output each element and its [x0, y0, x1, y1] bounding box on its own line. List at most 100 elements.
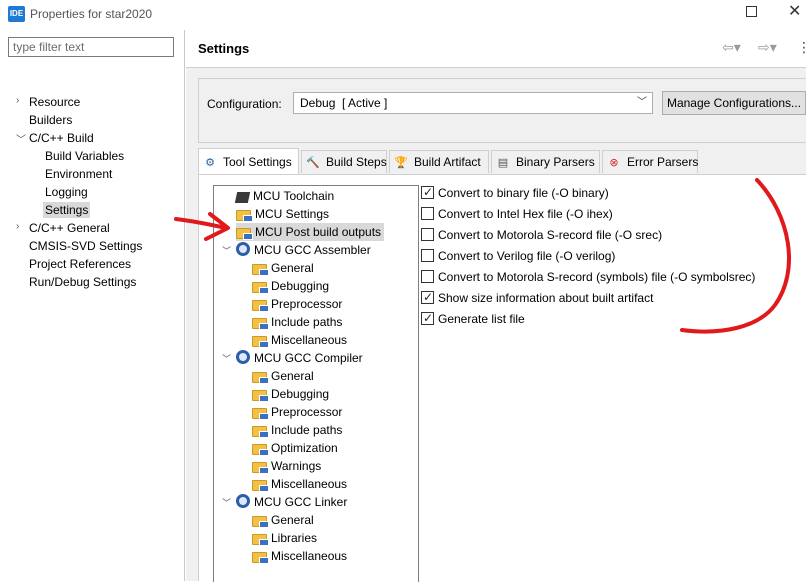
tree-item-label: General [271, 369, 314, 383]
tree-item-general[interactable]: General [252, 259, 314, 277]
option-checkbox[interactable] [421, 184, 434, 200]
option-checkbox[interactable] [421, 270, 434, 283]
settings-folder-icon [252, 462, 269, 474]
tree-item-debugging[interactable]: Debugging [252, 385, 329, 403]
gear-icon [236, 242, 250, 256]
chevron-right-icon[interactable]: › [16, 95, 19, 106]
tree-item-preprocessor[interactable]: Preprocessor [252, 295, 342, 313]
tree-item-label: General [271, 513, 314, 527]
tab-error-parsers[interactable]: ⊗ Error Parsers [602, 150, 698, 173]
option-checkbox[interactable] [421, 207, 434, 220]
tree-item-miscellaneous[interactable]: Miscellaneous [252, 547, 347, 565]
option-label[interactable]: Convert to binary file (-O binary) [438, 186, 609, 200]
option-label[interactable]: Show size information about built artifa… [438, 291, 653, 305]
tree-item-label: MCU Post build outputs [255, 225, 382, 239]
nav-item-environment[interactable]: Environment [45, 166, 112, 182]
option-label[interactable]: Convert to Motorola S-record file (-O sr… [438, 228, 662, 242]
nav-item-settings[interactable]: Settings [43, 202, 91, 218]
tree-item-debugging[interactable]: Debugging [252, 277, 329, 295]
chevron-right-icon[interactable]: › [16, 221, 19, 232]
option-label[interactable]: Convert to Motorola S-record (symbols) f… [438, 270, 755, 284]
tree-item-optimization[interactable]: Optimization [252, 439, 338, 457]
window-title: Properties for star2020 [30, 7, 153, 21]
tree-item-label: Miscellaneous [271, 333, 348, 347]
ide-app-icon: IDE [8, 6, 25, 22]
tree-item-label: MCU GCC Linker [254, 495, 348, 509]
tree-item-label: Optimization [271, 441, 338, 455]
tree-item-mcu-post-build-outputs[interactable]: MCU Post build outputs [236, 223, 385, 241]
settings-folder-icon [236, 228, 253, 240]
tree-item-mcu-gcc-compiler[interactable]: MCU GCC Compiler [236, 349, 363, 367]
option-label[interactable]: Generate list file [438, 312, 525, 326]
forward-arrow-icon[interactable]: ⇨▾ [758, 39, 777, 56]
settings-folder-icon [252, 426, 269, 438]
tree-item-general[interactable]: General [252, 511, 314, 529]
chevron-down-icon[interactable]: ﹀ [16, 131, 26, 146]
option-checkbox[interactable] [421, 289, 434, 305]
tab-binary-parsers[interactable]: ▤ Binary Parsers [491, 150, 600, 173]
configuration-value: Debug [ Active ] [300, 96, 388, 110]
view-menu-icon[interactable]: ⋮ [797, 39, 806, 56]
tree-item-miscellaneous[interactable]: Miscellaneous [252, 331, 347, 349]
tab-build-artifact[interactable]: 🏆 Build Artifact [389, 150, 489, 173]
tree-item-include-paths[interactable]: Include paths [252, 313, 342, 331]
tab-build-steps[interactable]: 🔨 Build Steps [301, 150, 387, 173]
nav-item-resource[interactable]: Resource [29, 94, 80, 110]
settings-folder-icon [252, 408, 269, 420]
tree-item-general[interactable]: General [252, 367, 314, 385]
tab-tool-settings[interactable]: ⚙ Tool Settings [198, 148, 299, 174]
tree-item-mcu-settings[interactable]: MCU Settings [236, 205, 329, 223]
settings-folder-icon [252, 534, 269, 546]
option-checkbox[interactable] [421, 249, 434, 262]
tree-item-label: Warnings [271, 459, 322, 473]
chevron-down-icon[interactable]: ﹀ [222, 352, 231, 365]
back-arrow-icon[interactable]: ⇦▾ [722, 39, 741, 56]
option-row: Show size information about built artifa… [421, 289, 653, 306]
tree-item-mcu-toolchain[interactable]: MCU Toolchain [234, 187, 334, 205]
settings-folder-icon [252, 336, 269, 348]
settings-folder-icon [252, 444, 269, 456]
tool-settings-content: MCU Toolchain MCU Settings MCU Post build … [198, 174, 806, 582]
close-icon[interactable]: ✕ [788, 1, 801, 21]
maximize-icon[interactable] [746, 6, 757, 17]
option-label[interactable]: Convert to Verilog file (-O verilog) [438, 249, 615, 263]
tab-label: Build Steps [326, 155, 387, 169]
option-row: Convert to Motorola S-record file (-O sr… [421, 227, 662, 243]
tree-item-preprocessor[interactable]: Preprocessor [252, 403, 342, 421]
tree-item-mcu-gcc-assembler[interactable]: MCU GCC Assembler [236, 241, 371, 259]
trophy-icon: 🏆 [394, 157, 408, 169]
tree-item-label: MCU Settings [255, 207, 330, 221]
hammer-icon: 🔨 [306, 157, 320, 169]
settings-folder-icon [252, 264, 269, 276]
nav-item-cmsis-svd-settings[interactable]: CMSIS-SVD Settings [29, 238, 142, 254]
tree-item-label: Include paths [271, 423, 343, 437]
manage-configurations-button[interactable]: Manage Configurations... [662, 91, 806, 115]
tree-item-libraries[interactable]: Libraries [252, 529, 317, 547]
configuration-select[interactable]: Debug [ Active ] ﹀ [293, 92, 653, 114]
option-checkbox[interactable] [421, 228, 434, 241]
chip-icon [234, 192, 251, 203]
tree-item-mcu-gcc-linker[interactable]: MCU GCC Linker [236, 493, 347, 511]
tree-item-include-paths[interactable]: Include paths [252, 421, 342, 439]
option-checkbox[interactable] [421, 310, 434, 326]
tree-item-miscellaneous[interactable]: Miscellaneous [252, 475, 347, 493]
nav-item-run-debug-settings[interactable]: Run/Debug Settings [29, 274, 136, 290]
option-label[interactable]: Convert to Intel Hex file (-O ihex) [438, 207, 613, 221]
tree-item-warnings[interactable]: Warnings [252, 457, 321, 475]
page-title: Settings [198, 41, 250, 56]
nav-item-c-c-build[interactable]: C/C++ Build [29, 130, 94, 146]
error-icon: ⊗ [609, 157, 619, 169]
chevron-down-icon[interactable]: ﹀ [222, 244, 231, 257]
nav-item-project-references[interactable]: Project References [29, 256, 131, 272]
tree-item-label: Preprocessor [271, 405, 343, 419]
nav-item-c-c-general[interactable]: C/C++ General [29, 220, 110, 236]
nav-item-logging[interactable]: Logging [45, 184, 88, 200]
gear-icon: ⚙ [205, 157, 215, 169]
tree-item-label: Debugging [271, 279, 330, 293]
nav-item-builders[interactable]: Builders [29, 112, 72, 128]
nav-item-build-variables[interactable]: Build Variables [45, 148, 124, 164]
settings-folder-icon [252, 282, 269, 294]
chevron-down-icon[interactable]: ﹀ [222, 496, 231, 509]
settings-folder-icon [252, 318, 269, 330]
filter-input[interactable] [8, 37, 174, 57]
